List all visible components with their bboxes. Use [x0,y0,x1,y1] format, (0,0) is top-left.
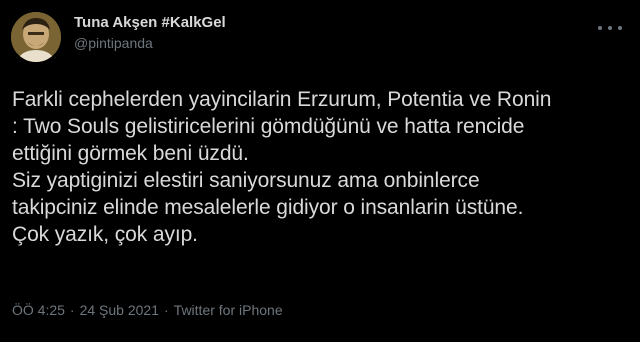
more-options-button[interactable] [598,22,622,34]
tweet-time[interactable]: ÖÖ 4:25 [12,302,65,318]
tweet-text-line: takipciniz elinde mesalelerle gidiyor o … [12,196,524,219]
more-dot-icon [608,26,612,30]
tweet-text-line: Çok yazık, çok ayıp. [12,223,198,246]
tweet-text-line: : Two Souls gelistiricelerini gömdüğünü … [12,115,525,138]
more-dot-icon [618,26,622,30]
profile-photo-icon [11,12,61,62]
meta-separator: · [164,302,169,318]
tweet-meta: ÖÖ 4:25 · 24 Şub 2021 · Twitter for iPhone [12,301,283,319]
tweet-text-line: Siz yaptiginizi elestiri saniyorsunuz am… [12,169,480,192]
meta-separator: · [69,302,75,318]
author-info: Tuna Akşen #KalkGel @pintipanda [74,14,226,52]
tweet-text-line: Farkli cephelerden yayincilarin Erzurum,… [12,88,552,111]
tweet-text-line: ettiğini görmek beni üzdü. [12,142,249,165]
author-handle[interactable]: @pintipanda [74,34,226,52]
tweet-source-link[interactable]: Twitter for iPhone [174,302,283,318]
tweet-date[interactable]: 24 Şub 2021 [80,302,159,318]
avatar[interactable] [11,12,61,62]
tweet-card: Tuna Akşen #KalkGel @pintipanda Farkli c… [0,0,640,342]
tweet-text: Farkli cephelerden yayincilarin Erzurum,… [12,86,632,248]
author-display-name[interactable]: Tuna Akşen #KalkGel [74,14,226,32]
more-dot-icon [598,26,602,30]
